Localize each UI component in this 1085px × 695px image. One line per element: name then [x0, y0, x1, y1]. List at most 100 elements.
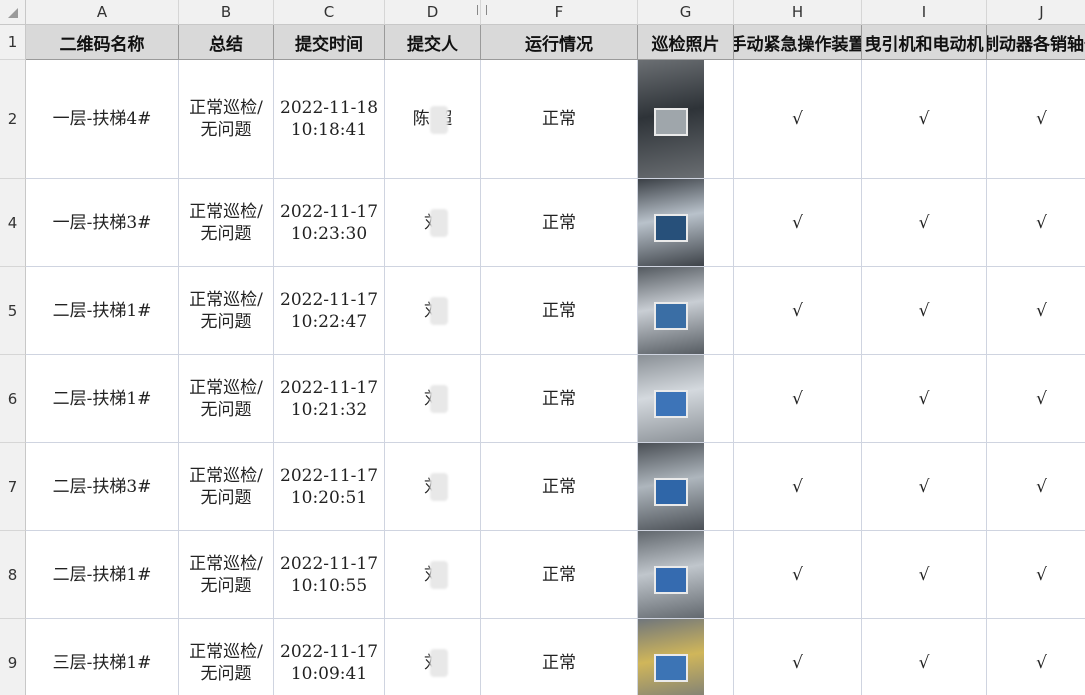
data-cell-i[interactable]: √ — [862, 60, 987, 179]
data-cell-c[interactable]: 2022-11-17 10:23:30 — [274, 179, 385, 267]
data-cell-a[interactable]: 三层-扶梯1# — [26, 619, 179, 695]
photo-cell[interactable] — [638, 355, 734, 443]
data-cell-b[interactable]: 正常巡检/无问题 — [179, 179, 274, 267]
data-cell-h[interactable]: √ — [734, 355, 862, 443]
data-cell-h[interactable]: √ — [734, 531, 862, 619]
inspection-photo[interactable] — [638, 443, 704, 530]
data-cell-j[interactable]: √ — [987, 60, 1085, 179]
inspection-photo[interactable] — [638, 531, 704, 618]
data-cell-h[interactable]: √ — [734, 443, 862, 531]
column-header-f[interactable]: F — [481, 0, 638, 25]
data-cell-b[interactable]: 正常巡检/无问题 — [179, 267, 274, 355]
row-header-2[interactable]: 4 — [0, 179, 26, 267]
redaction-blur — [430, 209, 448, 237]
column-header-d[interactable]: D — [385, 0, 481, 25]
data-cell-f[interactable]: 正常 — [481, 531, 638, 619]
header-cell-c[interactable]: 提交时间 — [274, 25, 385, 60]
data-cell-b[interactable]: 正常巡检/无问题 — [179, 531, 274, 619]
data-cell-b[interactable]: 正常巡检/无问题 — [179, 443, 274, 531]
header-cell-g[interactable]: 巡检照片 — [638, 25, 734, 60]
select-all-corner[interactable] — [0, 0, 26, 25]
data-cell-j[interactable]: √ — [987, 531, 1085, 619]
data-cell-f[interactable]: 正常 — [481, 179, 638, 267]
data-cell-c[interactable]: 2022-11-17 10:20:51 — [274, 443, 385, 531]
inspection-photo[interactable] — [638, 619, 704, 695]
data-cell-f[interactable]: 正常 — [481, 355, 638, 443]
hidden-column-marker-icon[interactable] — [477, 5, 487, 15]
data-cell-h[interactable]: √ — [734, 60, 862, 179]
data-cell-a[interactable]: 二层-扶梯1# — [26, 355, 179, 443]
photo-cell[interactable] — [638, 179, 734, 267]
column-header-h[interactable]: H — [734, 0, 862, 25]
data-cell-f[interactable]: 正常 — [481, 60, 638, 179]
header-cell-j[interactable]: 制动器各销轴部 — [987, 25, 1085, 60]
column-header-g[interactable]: G — [638, 0, 734, 25]
column-header-i[interactable]: I — [862, 0, 987, 25]
data-cell-i[interactable]: √ — [862, 267, 987, 355]
photo-cell[interactable] — [638, 60, 734, 179]
data-cell-c[interactable]: 2022-11-17 10:21:32 — [274, 355, 385, 443]
header-cell-h[interactable]: 手动紧急操作装置 — [734, 25, 862, 60]
data-cell-a[interactable]: 一层-扶梯4# — [26, 60, 179, 179]
data-cell-c[interactable]: 2022-11-17 10:09:41 — [274, 619, 385, 695]
row-header-5[interactable]: 7 — [0, 443, 26, 531]
row-header-7[interactable]: 9 — [0, 619, 26, 695]
header-cell-f[interactable]: 运行情况 — [481, 25, 638, 60]
data-cell-b[interactable]: 正常巡检/无问题 — [179, 60, 274, 179]
data-cell-a[interactable]: 二层-扶梯1# — [26, 267, 179, 355]
qr-code-tag-icon — [654, 107, 688, 136]
data-cell-a[interactable]: 二层-扶梯3# — [26, 443, 179, 531]
inspection-photo[interactable] — [638, 355, 704, 442]
column-header-a[interactable]: A — [26, 0, 179, 25]
inspection-photo[interactable] — [638, 179, 704, 266]
photo-cell[interactable] — [638, 443, 734, 531]
row-header-3[interactable]: 5 — [0, 267, 26, 355]
photo-cell[interactable] — [638, 267, 734, 355]
header-cell-a[interactable]: 二维码名称 — [26, 25, 179, 60]
data-cell-j[interactable]: √ — [987, 267, 1085, 355]
redaction-blur — [430, 105, 448, 134]
data-cell-f[interactable]: 正常 — [481, 267, 638, 355]
column-header-b[interactable]: B — [179, 0, 274, 25]
redaction-blur — [430, 649, 448, 677]
inspection-photo[interactable] — [638, 60, 704, 178]
column-header-c[interactable]: C — [274, 0, 385, 25]
data-cell-f[interactable]: 正常 — [481, 443, 638, 531]
row-header-1[interactable]: 2 — [0, 60, 26, 179]
redaction-blur — [430, 473, 448, 501]
row-header-0[interactable]: 1 — [0, 25, 26, 60]
data-cell-i[interactable]: √ — [862, 531, 987, 619]
redaction-blur — [430, 297, 448, 325]
data-cell-i[interactable]: √ — [862, 619, 987, 695]
data-cell-a[interactable]: 一层-扶梯3# — [26, 179, 179, 267]
data-cell-b[interactable]: 正常巡检/无问题 — [179, 355, 274, 443]
header-cell-b[interactable]: 总结 — [179, 25, 274, 60]
data-cell-i[interactable]: √ — [862, 355, 987, 443]
qr-code-tag-icon — [654, 214, 688, 243]
select-all-triangle-icon — [8, 8, 18, 18]
data-cell-i[interactable]: √ — [862, 443, 987, 531]
photo-cell[interactable] — [638, 619, 734, 695]
data-cell-j[interactable]: √ — [987, 355, 1085, 443]
header-cell-i[interactable]: 曳引机和电动机 — [862, 25, 987, 60]
data-cell-b[interactable]: 正常巡检/无问题 — [179, 619, 274, 695]
column-header-j[interactable]: J — [987, 0, 1085, 25]
data-cell-j[interactable]: √ — [987, 443, 1085, 531]
data-cell-c[interactable]: 2022-11-18 10:18:41 — [274, 60, 385, 179]
row-header-4[interactable]: 6 — [0, 355, 26, 443]
data-cell-i[interactable]: √ — [862, 179, 987, 267]
data-cell-j[interactable]: √ — [987, 619, 1085, 695]
photo-cell[interactable] — [638, 531, 734, 619]
data-cell-h[interactable]: √ — [734, 179, 862, 267]
data-cell-h[interactable]: √ — [734, 267, 862, 355]
data-cell-j[interactable]: √ — [987, 179, 1085, 267]
qr-code-tag-icon — [654, 478, 688, 507]
data-cell-h[interactable]: √ — [734, 619, 862, 695]
header-cell-d[interactable]: 提交人 — [385, 25, 481, 60]
data-cell-f[interactable]: 正常 — [481, 619, 638, 695]
row-header-6[interactable]: 8 — [0, 531, 26, 619]
data-cell-c[interactable]: 2022-11-17 10:22:47 — [274, 267, 385, 355]
data-cell-a[interactable]: 二层-扶梯1# — [26, 531, 179, 619]
data-cell-c[interactable]: 2022-11-17 10:10:55 — [274, 531, 385, 619]
inspection-photo[interactable] — [638, 267, 704, 354]
